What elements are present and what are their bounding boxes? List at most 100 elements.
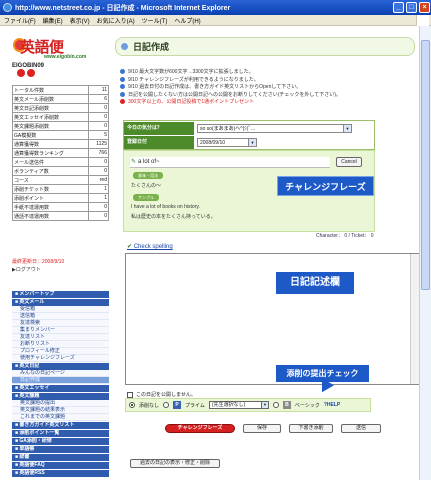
nav-section[interactable]: ■ 添削ポイント一覧: [12, 430, 109, 437]
diary-textarea[interactable]: [125, 253, 419, 385]
stat-row: トータル件数 11: [12, 85, 109, 95]
textarea-scrollbar[interactable]: [410, 254, 419, 384]
nav-item[interactable]: 友達検索: [12, 320, 109, 327]
nav-item[interactable]: 英文課題の提出: [12, 400, 109, 407]
past-diaries-button[interactable]: 過去の日記の表示・修正・削除: [130, 459, 220, 468]
stat-label: メール送信件: [12, 157, 89, 167]
stat-value: 11: [88, 85, 109, 95]
page-scrollbar[interactable]: [419, 26, 431, 480]
logo-url: www.eigobin.com: [44, 54, 87, 60]
nav-section[interactable]: ■ メンバートップ: [12, 291, 109, 298]
teacher-select[interactable]: (先生選択なし) ▼: [208, 401, 269, 409]
nav-item[interactable]: みんなの日記ページ: [12, 370, 109, 377]
nav-section[interactable]: ■ 英文エッセイ: [12, 385, 109, 392]
close-button[interactable]: ×: [419, 2, 430, 13]
nav-item[interactable]: 友達リスト: [12, 334, 109, 341]
challenge-phrase-button[interactable]: チャレンジフレーズ: [165, 424, 235, 433]
help-link[interactable]: ?HELP: [324, 402, 340, 408]
basic-radio[interactable]: [272, 402, 279, 408]
flower-icon: [17, 69, 25, 77]
page-title: 日記作成: [133, 42, 170, 52]
stat-row: 通算獲得数ランキング 766: [12, 148, 109, 158]
nav-item[interactable]: 使用チャレンジフレーズ: [12, 355, 109, 362]
stat-value: 1125: [88, 139, 109, 149]
scroll-thumb[interactable]: [421, 40, 430, 290]
menu-file[interactable]: ファイル(F): [4, 16, 36, 25]
stat-value: 0: [88, 157, 109, 167]
no-publish-option[interactable]: この日記を公開しません。: [127, 391, 196, 398]
maximize-button[interactable]: □: [406, 2, 417, 13]
nav-section[interactable]: ■ 単語帳: [12, 446, 109, 453]
stat-value: 0: [88, 112, 109, 122]
stat-row: 英文エッセイ添削数 0: [12, 112, 109, 122]
callout-challenge-phrase: チャレンジフレーズ: [277, 176, 374, 196]
stat-label: 添削ポイント: [12, 193, 89, 203]
no-correction-radio[interactable]: [129, 402, 135, 408]
nav-section[interactable]: ■ 書き方ガイド英文リスト: [12, 422, 109, 429]
date-select[interactable]: 2008/09/10 ▼: [197, 138, 257, 147]
nav-item[interactable]: お断りリスト: [12, 341, 109, 348]
mood-label: 今日の気分は？: [124, 122, 194, 135]
minimize-button[interactable]: _: [393, 2, 404, 13]
menu-edit[interactable]: 編集(E): [43, 16, 63, 25]
nav-item[interactable]: 送信箱: [12, 313, 109, 320]
notice-text: 9/10 過去日付の日記作成は、書き方ガイド英文リストからOpenして下さい。: [128, 84, 302, 91]
stat-row: 英文メール添削数 6: [12, 94, 109, 104]
example-ja: 私は歴史の本をたくさん持っている。: [131, 214, 216, 220]
nav-section[interactable]: ■ 辞書: [12, 454, 109, 461]
stat-label: 英文課題添削数: [12, 121, 89, 131]
stat-value: 766: [88, 148, 109, 158]
chevron-down-icon: ▼: [260, 402, 268, 408]
challenge-phrase: ✎ a lot of~: [130, 157, 330, 168]
save-button[interactable]: 保存: [243, 424, 281, 433]
prime-radio[interactable]: [163, 402, 170, 408]
nav-section[interactable]: ■ 英文日記: [12, 363, 109, 370]
info-icon: [120, 91, 125, 97]
stat-label: 英文メール添削数: [12, 94, 89, 104]
chevron-down-icon: ▼: [248, 139, 256, 146]
basic-label: ベーシック: [294, 402, 320, 409]
char-value: 0: [344, 233, 348, 239]
nav-section[interactable]: ■ 英文メール: [12, 299, 109, 306]
stat-row: 英文日記添削数 0: [12, 103, 109, 113]
no-publish-checkbox[interactable]: [127, 391, 133, 398]
stat-value: 0: [88, 121, 109, 131]
stat-row: 添削ポイント 1: [12, 193, 109, 203]
menu-help[interactable]: ヘルプ(H): [174, 16, 200, 25]
character-count: Character： 0 / Ticket： 0: [316, 232, 374, 239]
nav-item[interactable]: 英文課題の結果表示: [12, 407, 109, 414]
stat-row: 通算獲得数 1125: [12, 139, 109, 149]
no-correction-label: 添削なし: [139, 402, 160, 409]
nav-section[interactable]: ■ 英語便RSS: [12, 470, 109, 477]
nav-section[interactable]: ■ 英文課題: [12, 393, 109, 400]
date-value: 2008/09/10: [200, 140, 226, 146]
draft-correction-button[interactable]: 下書き添削: [289, 424, 333, 433]
mood-select[interactable]: so so(まあまあ)ヘ^(ｼ)ﾟ... ▼: [197, 124, 352, 133]
logout-link[interactable]: ▶ログアウト: [12, 266, 41, 273]
menu-favorites[interactable]: お気に入り(A): [97, 16, 135, 25]
cancel-button[interactable]: Cancel: [336, 157, 362, 167]
nav-item[interactable]: 日記作成: [12, 377, 109, 384]
menu-tools[interactable]: ツール(T): [142, 16, 168, 25]
no-publish-label: この日記を公開しません。: [136, 392, 196, 398]
stat-row: 添削チケット数 1: [12, 184, 109, 194]
stat-label: コース: [12, 175, 89, 185]
nav-item[interactable]: 集まりメンバー: [12, 327, 109, 334]
notice-item: 日記を公開したくない方は公開日記への公開をお断りしてください(チェックを外して下…: [120, 91, 400, 99]
stat-row: GA模擬数 5: [12, 130, 109, 140]
stat-row: ボランティア数 0: [12, 166, 109, 176]
sample-tag-wrap: サンプル: [133, 194, 159, 201]
window-title: http://www.netstreet.co.jp - 日記作成 - Micr…: [15, 4, 231, 12]
windows-logo-icon: [416, 15, 429, 26]
stat-value: 0: [88, 202, 109, 212]
send-button[interactable]: 送信: [341, 424, 381, 433]
nav-section[interactable]: ■ 英語便FAQ: [12, 462, 109, 469]
nav-section[interactable]: ■ GA添削・研修: [12, 438, 109, 445]
action-buttons: チャレンジフレーズ 保存 下書き添削 送信: [165, 424, 381, 433]
check-spelling-link[interactable]: ✔ Check spelling: [127, 243, 173, 250]
nav-item[interactable]: 受信箱: [12, 306, 109, 313]
nav-item[interactable]: これまでの英文課題: [12, 414, 109, 421]
char-label: Character：: [316, 233, 343, 239]
nav-item[interactable]: プロフィール修正: [12, 348, 109, 355]
menu-view[interactable]: 表示(V): [70, 16, 90, 25]
